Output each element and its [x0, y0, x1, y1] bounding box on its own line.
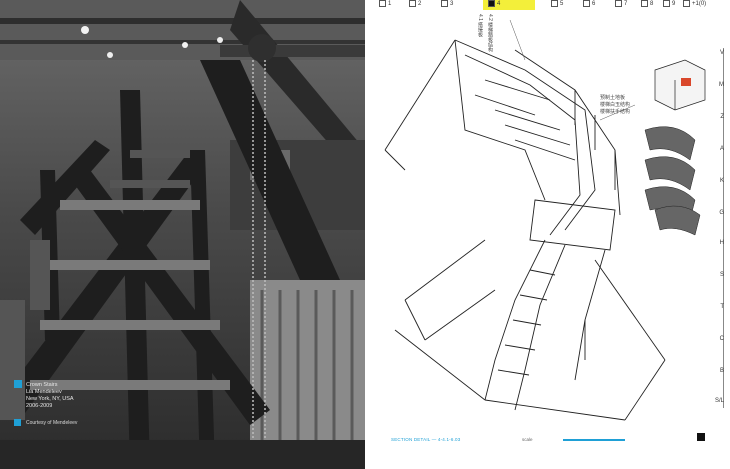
- caption-line: 2006-2009: [26, 403, 53, 409]
- level-v[interactable]: V: [720, 50, 724, 56]
- page-marker-icon: [697, 433, 705, 441]
- scale-label: scale: [522, 437, 533, 442]
- section-detail-label: SECTION DETAIL — 4-4.1-6.03: [391, 437, 461, 442]
- stair-photograph: Crown Stairs Lia Mendeleev New York, NY,…: [0, 0, 365, 469]
- caption-icon: [14, 380, 22, 388]
- level-b[interactable]: B: [720, 368, 724, 374]
- level-scale: [699, 48, 724, 408]
- note-label-2: 楼梯白玉结构: [600, 102, 631, 108]
- level-h[interactable]: H: [720, 240, 724, 246]
- stair-isometric-drawing: [384, 19, 706, 421]
- level-k[interactable]: K: [720, 178, 724, 184]
- credit-icon: [14, 419, 21, 426]
- level-a[interactable]: A: [720, 146, 724, 152]
- note-label-1: 预制土地板: [600, 95, 626, 101]
- scale-bar: [563, 439, 625, 441]
- level-s[interactable]: S: [720, 272, 724, 278]
- caption-line: New York, NY, USA: [26, 396, 74, 402]
- photo-caption: Crown Stairs Lia Mendeleev New York, NY,…: [26, 382, 74, 410]
- caption-line: Lia Mendeleev: [26, 389, 62, 395]
- photo-credit: Courtesy of Mendeleev: [26, 420, 78, 426]
- level-z[interactable]: Z: [720, 114, 724, 120]
- note-4-1: 4.1 搭接板: [477, 14, 483, 38]
- note-label-3: 楼梯扶手结构: [600, 109, 631, 115]
- level-m[interactable]: M: [719, 82, 724, 88]
- caption-line: Crown Stairs: [26, 382, 58, 388]
- level-sl[interactable]: S/L: [715, 398, 724, 404]
- level-c[interactable]: C: [720, 336, 724, 342]
- level-g[interactable]: G: [719, 210, 724, 216]
- note-4-2: 4.2 楼梯踏板结构: [487, 14, 493, 53]
- stair-drawing-page: 1 2 3 4 5 6 7 8 9 +1(0) 4.1 搭接板 4.2 楼梯踏板…: [365, 0, 730, 469]
- level-t[interactable]: T: [720, 304, 724, 310]
